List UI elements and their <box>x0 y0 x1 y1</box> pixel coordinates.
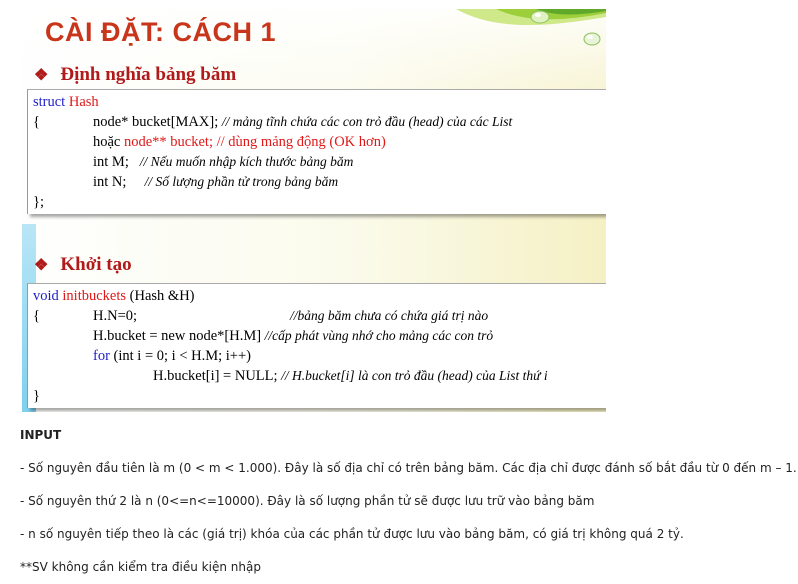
input-note: **SV không cần kiểm tra điều kiện nhập <box>20 560 261 574</box>
input-line-1: - Số nguyên đầu tiên là m (0 < m < 1.000… <box>20 461 797 475</box>
input-heading: INPUT <box>20 428 62 442</box>
code-line-5: int N; // Số lượng phần tử trong bảng bă… <box>93 174 339 190</box>
code-line-4: for (int i = 0; i < H.M; i++) <box>93 348 251 364</box>
code-line-3: hoặc node** bucket; // dùng mảng động (O… <box>93 134 386 150</box>
section-heading-definition: ❖ Định nghĩa bảng băm <box>34 64 236 86</box>
open-brace: { <box>33 308 40 324</box>
open-brace: { <box>33 114 40 130</box>
code-comment-2: //bảng băm chưa có chứa giá trị nào <box>290 308 489 323</box>
slide-image: CÀI ĐẶT: CÁCH 1 ❖ Định nghĩa bảng băm st… <box>22 9 606 412</box>
code-line-2: H.N=0; <box>93 308 138 324</box>
code-line-1: struct Hash <box>33 94 99 110</box>
diamond-bullet-icon: ❖ <box>34 67 49 84</box>
diamond-bullet-icon: ❖ <box>34 257 49 274</box>
code-block-init: void initbuckets (Hash &H) { H.N=0; //bả… <box>27 283 606 408</box>
input-line-3: - n số nguyên tiếp theo là các (giá trị)… <box>20 527 684 541</box>
code-line-4: int M; // Nếu muốn nhập kích thước bảng … <box>93 154 354 170</box>
close-brace: } <box>33 388 40 404</box>
section-heading-init: ❖ Khởi tạo <box>34 254 132 276</box>
heading-text: Định nghĩa bảng băm <box>60 64 237 85</box>
code-line-1: void initbuckets (Hash &H) <box>33 288 195 304</box>
heading-text: Khởi tạo <box>60 254 132 275</box>
code-line-5: H.bucket[i] = NULL; // H.bucket[i] là co… <box>153 368 548 384</box>
slide-title: CÀI ĐẶT: CÁCH 1 <box>45 17 277 47</box>
green-wave-decoration <box>456 9 606 46</box>
code-block-struct: struct Hash { node* bucket[MAX]; // mảng… <box>27 89 606 214</box>
code-line-3: H.bucket = new node*[H.M] //cấp phát vùn… <box>93 328 494 344</box>
code-line-2: node* bucket[MAX]; // mảng tĩnh chứa các… <box>93 114 513 130</box>
close-brace: }; <box>33 194 44 210</box>
input-line-2: - Số nguyên thứ 2 là n (0<=n<=10000). Đâ… <box>20 494 595 508</box>
